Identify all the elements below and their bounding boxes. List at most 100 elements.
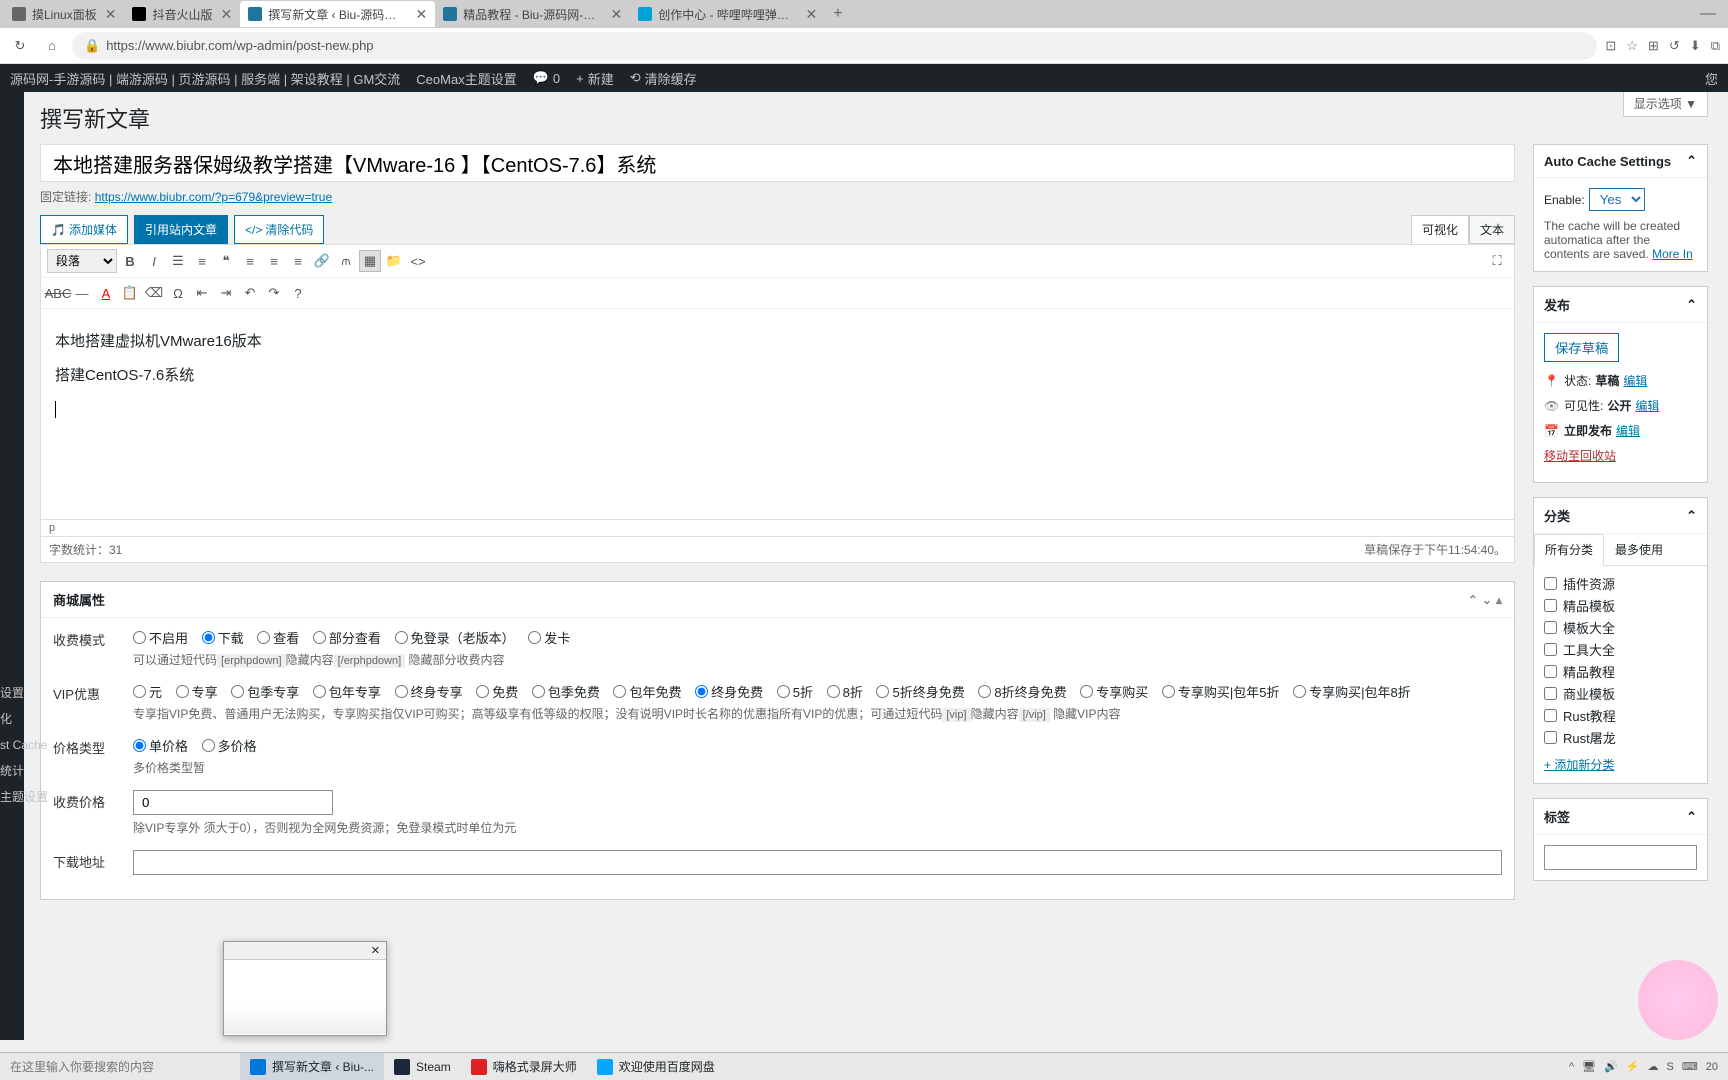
tray-icon[interactable]: 🖥 — [1582, 1060, 1596, 1073]
vip-opt[interactable]: 终身专享 — [395, 682, 463, 701]
theme-settings-link[interactable]: CeoMax主题设置 — [416, 69, 516, 88]
chevron-up-icon[interactable]: ⌃ — [1686, 297, 1697, 313]
cache-box-header[interactable]: Auto Cache Settings⌃ — [1534, 145, 1707, 178]
vip-opt[interactable]: 元 — [133, 682, 162, 701]
tags-input[interactable] — [1544, 845, 1697, 870]
more-button[interactable]: ⫙ — [335, 250, 357, 272]
vip-opt[interactable]: 专享 — [176, 682, 218, 701]
vip-opt[interactable]: 终身免费 — [695, 682, 763, 701]
vip-opt[interactable]: 8折 — [827, 682, 863, 701]
history-icon[interactable]: ↺ — [1669, 38, 1680, 54]
tab-text[interactable]: 文本 — [1469, 215, 1515, 244]
save-draft-button[interactable]: 保存草稿 — [1544, 333, 1619, 362]
vip-opt[interactable]: 包季专享 — [231, 682, 299, 701]
trash-link[interactable]: 移动至回收站 — [1544, 447, 1616, 464]
favorite-icon[interactable]: ☆ — [1626, 38, 1638, 54]
download-input[interactable] — [133, 850, 1502, 875]
clearformat-button[interactable]: ⌫ — [143, 282, 165, 304]
link-button[interactable]: 🔗 — [311, 250, 333, 272]
fee-opt-3[interactable]: 部分查看 — [313, 628, 381, 647]
vip-opt[interactable]: 专享购买|包年5折 — [1162, 682, 1280, 701]
taskbar-app-edge[interactable]: 撰写新文章 ‹ Biu-... — [240, 1053, 384, 1080]
close-icon[interactable]: ✕ — [105, 6, 117, 23]
browser-tab[interactable]: 精品教程 - Biu-源码网-手游源码✕ — [435, 1, 630, 27]
new-content-link[interactable]: + 新建 — [576, 69, 614, 88]
tray-icon[interactable]: ⚡ — [1626, 1060, 1640, 1073]
home-icon[interactable]: ⌂ — [40, 34, 64, 58]
toggle-icon[interactable]: ▴ — [1496, 593, 1502, 607]
clear-cache-link[interactable]: ⟲ 清除缓存 — [630, 69, 697, 88]
edit-visibility-link[interactable]: 编辑 — [1635, 397, 1659, 414]
downloads-icon[interactable]: ⬇ — [1690, 38, 1701, 54]
close-icon[interactable]: ✕ — [371, 944, 380, 957]
system-tray[interactable]: ^ 🖥 🔊 ⚡ ☁ S ⌨ 20 — [1559, 1060, 1728, 1073]
tray-icon[interactable]: S — [1667, 1061, 1674, 1073]
address-bar[interactable]: 🔒https://www.biubr.com/wp-admin/post-new… — [72, 32, 1597, 60]
fee-opt-0[interactable]: 不启用 — [133, 628, 188, 647]
categories-box-header[interactable]: 分类⌃ — [1534, 498, 1707, 534]
cat-tab-all[interactable]: 所有分类 — [1534, 534, 1604, 566]
cat-tab-used[interactable]: 最多使用 — [1604, 534, 1674, 565]
undo-button[interactable]: ↶ — [239, 282, 261, 304]
tags-box-header[interactable]: 标签⌃ — [1534, 799, 1707, 835]
specialchar-button[interactable]: Ω — [167, 282, 189, 304]
taskbar-app-baidu[interactable]: 欢迎使用百度网盘 — [587, 1053, 725, 1080]
fee-opt-1[interactable]: 下载 — [202, 628, 244, 647]
format-select[interactable]: 段落 — [47, 249, 117, 273]
align-left-button[interactable]: ≡ — [239, 250, 261, 272]
fee-opt-4[interactable]: 免登录（老版本） — [395, 628, 515, 647]
mall-box-header[interactable]: 商城属性 ⌃⌄▴ — [41, 582, 1514, 618]
category-item[interactable]: Rust教程 — [1544, 706, 1697, 725]
vip-opt[interactable]: 5折终身免费 — [876, 682, 964, 701]
vip-opt[interactable]: 5折 — [777, 682, 813, 701]
folder-button[interactable]: 📁 — [383, 250, 405, 272]
redo-button[interactable]: ↷ — [263, 282, 285, 304]
editor-content[interactable]: 本地搭建虚拟机VMware16版本 搭建CentOS-7.6系统 — [41, 309, 1514, 519]
collections-icon[interactable]: ⊞ — [1648, 38, 1659, 54]
vip-opt[interactable]: 包年专享 — [313, 682, 381, 701]
screen-options-button[interactable]: 显示选项 ▼ — [1623, 92, 1708, 117]
close-icon[interactable]: ✕ — [220, 6, 232, 23]
ol-button[interactable]: ≡ — [191, 250, 213, 272]
browser-tab[interactable]: 摸Linux面板✕ — [4, 1, 124, 27]
browser-tab[interactable]: 抖音火山版✕ — [124, 1, 240, 27]
post-title-input[interactable] — [40, 144, 1515, 182]
taskbar-app-steam[interactable]: Steam — [384, 1053, 461, 1080]
close-icon[interactable]: ✕ — [805, 6, 817, 23]
tray-icon[interactable]: 🔊 — [1604, 1060, 1618, 1073]
paste-button[interactable]: 📋 — [119, 282, 141, 304]
tab-visual[interactable]: 可视化 — [1411, 215, 1469, 244]
chevron-up-icon[interactable]: ⌃ — [1468, 593, 1478, 607]
category-item[interactable]: 精品模板 — [1544, 596, 1697, 615]
chevron-up-icon[interactable]: ⌃ — [1686, 809, 1697, 825]
tray-icon[interactable]: ^ — [1569, 1061, 1574, 1073]
site-name-link[interactable]: 源码网-手游源码 | 端游源码 | 页游源码 | 服务端 | 架设教程 | GM… — [10, 69, 400, 88]
italic-button[interactable]: I — [143, 250, 165, 272]
hr-button[interactable]: — — [71, 282, 93, 304]
vip-opt[interactable]: 专享购买 — [1080, 682, 1148, 701]
permalink-url[interactable]: https://www.biubr.com/?p=679&preview=tru… — [95, 190, 332, 204]
vip-opt[interactable]: 包年免费 — [613, 682, 681, 701]
strike-button[interactable]: ABC — [47, 282, 69, 304]
fee-opt-2[interactable]: 查看 — [257, 628, 299, 647]
sidebar-item-stats[interactable]: 统计 — [0, 758, 48, 784]
taskbar-app-recorder[interactable]: 嗨格式录屏大师 — [461, 1053, 587, 1080]
indent-button[interactable]: ⇥ — [215, 282, 237, 304]
textcolor-button[interactable]: A — [95, 282, 117, 304]
browser-tab-active[interactable]: 撰写新文章 ‹ Biu-源码网-手游源✕ — [240, 1, 435, 27]
user-menu[interactable]: 您 — [1705, 69, 1718, 88]
vip-opt[interactable]: 免费 — [476, 682, 518, 701]
bold-button[interactable]: B — [119, 250, 141, 272]
price-type-multi[interactable]: 多价格 — [202, 736, 257, 755]
minimize-icon[interactable]: — — [1692, 5, 1724, 23]
cache-more-link[interactable]: More In — [1652, 247, 1693, 261]
ul-button[interactable]: ☰ — [167, 250, 189, 272]
close-icon[interactable]: ✕ — [415, 6, 427, 23]
chevron-up-icon[interactable]: ⌃ — [1686, 153, 1697, 169]
category-item[interactable]: Rust屠龙 — [1544, 728, 1697, 747]
close-icon[interactable]: ✕ — [610, 6, 622, 23]
toolbar-toggle-button[interactable]: ▦ — [359, 250, 381, 272]
category-item[interactable]: 商业模板 — [1544, 684, 1697, 703]
vip-opt[interactable]: 8折终身免费 — [978, 682, 1066, 701]
vip-opt[interactable]: 专享购买|包年8折 — [1293, 682, 1411, 701]
